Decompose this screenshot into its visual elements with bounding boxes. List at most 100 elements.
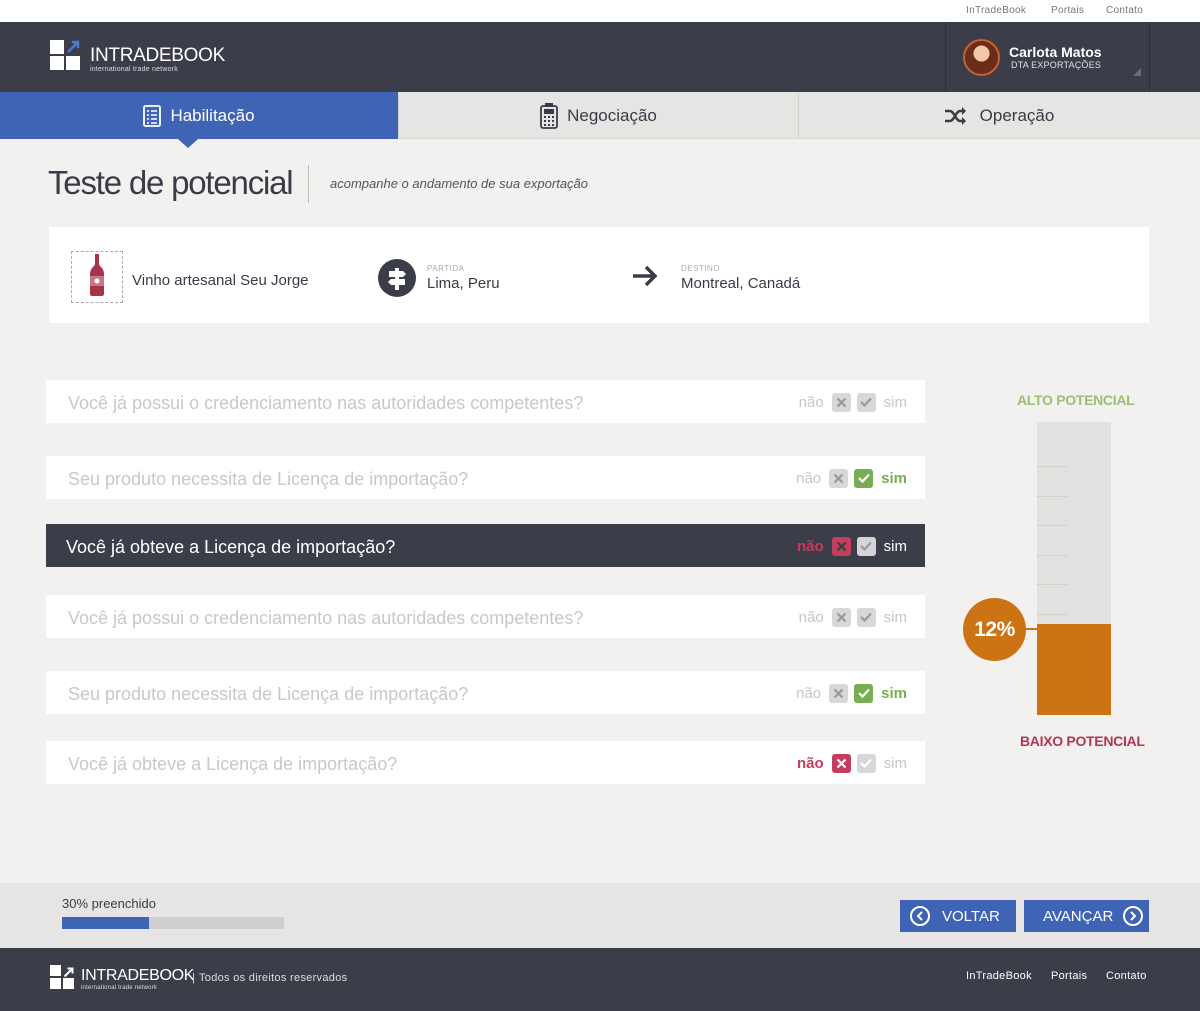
- action-bar: 30% preenchido VOLTAR AVANÇAR: [0, 883, 1200, 948]
- question-row-active: Você já obteve a Licença de importação? …: [46, 524, 925, 567]
- gauge-tick: [1037, 525, 1067, 526]
- origin-label: PARTIDA: [427, 264, 465, 273]
- answer-no-label[interactable]: não: [799, 394, 824, 411]
- potential-gauge: [1037, 422, 1111, 715]
- question-row: Seu produto necessita de Licença de impo…: [46, 456, 925, 499]
- gauge-tick: [1037, 555, 1067, 556]
- destination-value: Montreal, Canadá: [681, 275, 801, 292]
- progress-bar: [62, 917, 284, 929]
- checklist-icon: [143, 104, 162, 127]
- answer-no-label[interactable]: não: [797, 538, 824, 555]
- answer-toggle: não sim: [799, 392, 907, 412]
- tab-bar: Habilitação Negociação Operação: [0, 92, 1200, 139]
- answer-yes-label[interactable]: sim: [884, 609, 907, 626]
- answer-yes-label[interactable]: sim: [881, 470, 907, 487]
- answer-no-label[interactable]: não: [797, 755, 824, 772]
- destination-label: DESTINO: [681, 264, 721, 273]
- question-text: Você já possui o credenciamento nas auto…: [68, 608, 584, 628]
- brand-name: INTRADEBOOK: [90, 45, 225, 66]
- answer-toggle: não sim: [796, 468, 907, 488]
- answer-no-label[interactable]: não: [796, 685, 821, 702]
- gauge-tick: [1037, 496, 1067, 497]
- chevron-left-icon: [910, 906, 930, 926]
- question-row: Você já possui o credenciamento nas auto…: [46, 595, 925, 638]
- dropdown-caret-icon: [1133, 68, 1141, 76]
- question-text: Seu produto necessita de Licença de impo…: [68, 684, 469, 704]
- answer-no-button[interactable]: [831, 753, 851, 773]
- answer-toggle: não sim: [796, 683, 907, 703]
- shuffle-icon: [944, 106, 968, 125]
- answer-toggle: não sim: [799, 607, 907, 627]
- answer-yes-button[interactable]: [856, 536, 876, 556]
- wine-bottle-icon: [90, 253, 104, 301]
- question-row: Você já obteve a Licença de importação? …: [46, 741, 925, 784]
- product-image: [71, 251, 123, 303]
- answer-no-button[interactable]: [829, 683, 849, 703]
- answer-yes-label[interactable]: sim: [881, 685, 907, 702]
- answer-yes-label[interactable]: sim: [884, 394, 907, 411]
- app-footer: INTRADEBOOK international trade network …: [0, 948, 1200, 1011]
- answer-no-button[interactable]: [829, 468, 849, 488]
- footer-rights: Todos os direitos reservados: [199, 972, 348, 984]
- next-button-label: AVANÇAR: [1043, 907, 1114, 925]
- route-card: Vinho artesanal Seu Jorge PARTIDA Lima, …: [49, 227, 1149, 323]
- brand-mark-icon: [50, 40, 80, 70]
- question-text: Você já possui o credenciamento nas auto…: [68, 393, 584, 413]
- app-header: INTRADEBOOK international trade network …: [0, 22, 1200, 92]
- utility-bar: InTradeBook Portais Contato: [0, 0, 1200, 22]
- footer-link-contato[interactable]: Contato: [1106, 970, 1147, 982]
- brand-tagline: international trade network: [90, 66, 178, 73]
- user-role: DTA EXPORTAÇÕES: [1011, 60, 1102, 70]
- util-link-portais[interactable]: Portais: [1051, 5, 1084, 16]
- title-divider: [308, 165, 309, 203]
- footer-link-portais[interactable]: Portais: [1051, 970, 1087, 982]
- answer-yes-button[interactable]: [854, 683, 874, 703]
- footer-separator: |: [192, 972, 195, 984]
- gauge-tick: [1037, 614, 1067, 615]
- answer-toggle: não sim: [797, 753, 907, 773]
- tab-habilitacao[interactable]: Habilitação: [0, 92, 399, 139]
- answer-no-button[interactable]: [831, 536, 851, 556]
- gauge-high-label: ALTO POTENCIAL: [1017, 392, 1135, 408]
- answer-yes-button[interactable]: [856, 392, 876, 412]
- progress-fill: [62, 917, 149, 929]
- brand-logo[interactable]: INTRADEBOOK international trade network: [50, 40, 225, 73]
- tab-operacao[interactable]: Operação: [799, 92, 1199, 139]
- calculator-icon: [540, 102, 559, 129]
- avatar: [963, 39, 1000, 76]
- footer-logo[interactable]: INTRADEBOOK international trade network: [50, 965, 194, 997]
- tab-label: Operação: [979, 105, 1055, 125]
- brand-mark-icon: [50, 965, 74, 989]
- progress-label: 30% preenchido: [62, 896, 156, 911]
- page-subtitle: acompanhe o andamento de sua exportação: [330, 176, 589, 191]
- arrow-right-icon: [633, 265, 659, 292]
- gauge-tick: [1037, 466, 1067, 467]
- user-menu[interactable]: Carlota Matos DTA EXPORTAÇÕES: [945, 22, 1150, 92]
- answer-yes-button[interactable]: [856, 607, 876, 627]
- signpost-icon: [378, 259, 416, 297]
- gauge-low-label: BAIXO POTENCIAL: [1020, 733, 1145, 749]
- answer-yes-button[interactable]: [854, 468, 874, 488]
- chevron-right-icon: [1123, 906, 1144, 926]
- answer-yes-label[interactable]: sim: [884, 755, 907, 772]
- util-link-intradebook[interactable]: InTradeBook: [966, 5, 1026, 16]
- answer-no-label[interactable]: não: [796, 470, 821, 487]
- question-text: Seu produto necessita de Licença de impo…: [68, 469, 469, 489]
- answer-no-button[interactable]: [831, 607, 851, 627]
- tab-label: Habilitação: [170, 105, 255, 125]
- footer-link-intradebook[interactable]: InTradeBook: [966, 970, 1032, 982]
- active-tab-pointer: [178, 139, 198, 148]
- next-button[interactable]: AVANÇAR: [1024, 900, 1149, 932]
- answer-yes-button[interactable]: [856, 753, 876, 773]
- answer-no-label[interactable]: não: [799, 609, 824, 626]
- answer-yes-label[interactable]: sim: [884, 538, 907, 555]
- product-name: Vinho artesanal Seu Jorge: [132, 272, 309, 289]
- answer-no-button[interactable]: [831, 392, 851, 412]
- tab-label: Negociação: [567, 105, 657, 125]
- back-button[interactable]: VOLTAR: [900, 900, 1016, 932]
- gauge-fill: [1037, 624, 1111, 715]
- page-title: Teste de potencial: [48, 164, 294, 201]
- tab-negociacao[interactable]: Negociação: [399, 92, 799, 139]
- gauge-tick: [1037, 584, 1067, 585]
- util-link-contato[interactable]: Contato: [1106, 5, 1143, 16]
